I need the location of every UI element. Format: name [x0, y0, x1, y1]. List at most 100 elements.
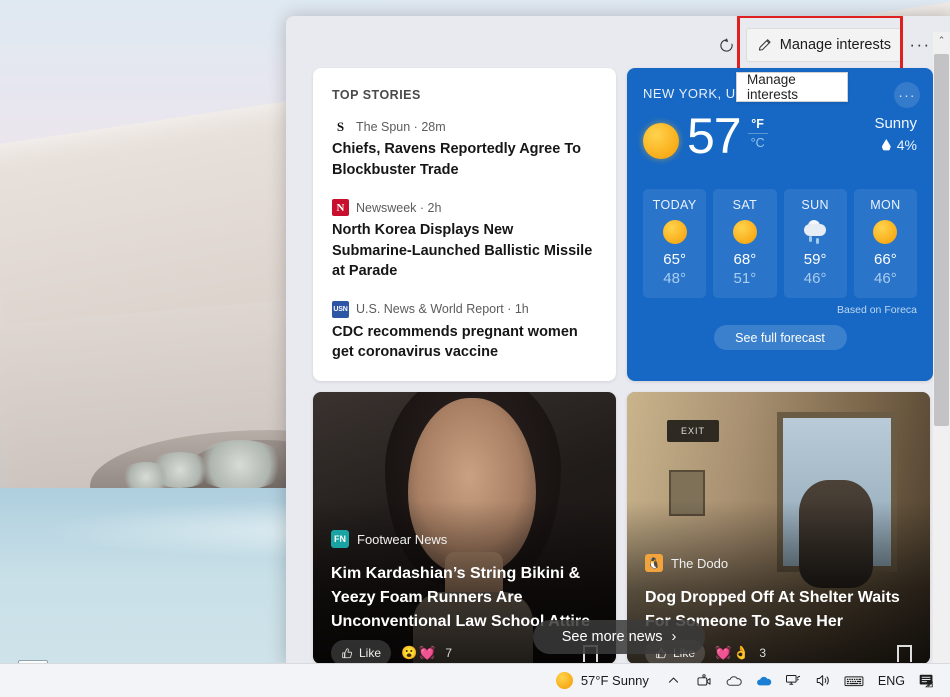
- forecast-low: 46°: [803, 270, 827, 287]
- reaction-emojis[interactable]: 💓 👌: [715, 645, 749, 661]
- onedrive-work-button[interactable]: [749, 666, 779, 696]
- unit-fahrenheit[interactable]: °F: [748, 117, 768, 131]
- weather-precipitation: 4%: [874, 137, 917, 153]
- reaction-count: 7: [445, 646, 453, 661]
- network-icon: [786, 675, 801, 685]
- forecast-day[interactable]: SAT 68° 51°: [713, 189, 777, 298]
- source-logo-icon: N: [332, 199, 349, 217]
- forecast-day[interactable]: MON 66° 46°: [853, 189, 917, 298]
- forecast-day-name: SUN: [801, 198, 829, 212]
- camera-tray-button[interactable]: [689, 666, 719, 696]
- unit-celsius[interactable]: °C: [747, 133, 768, 150]
- source-meta: U.S. News & World Report · 1h: [356, 302, 529, 317]
- top-stories-title: TOP STORIES: [332, 88, 421, 102]
- forecast-low: 48°: [663, 270, 686, 287]
- ellipsis-icon: ···: [898, 87, 916, 103]
- forecast-day[interactable]: SUN 59° 46°: [783, 189, 847, 298]
- see-full-forecast-button[interactable]: See full forecast: [713, 325, 847, 350]
- like-label: Like: [359, 646, 382, 661]
- forecast-high: 66°: [874, 251, 897, 268]
- flyout-header: Manage interests ···: [286, 16, 950, 74]
- weather-attribution: Based on Foreca: [837, 304, 917, 316]
- story-source: N Newsweek · 2h: [332, 199, 597, 217]
- source-meta: The Spun · 28m: [356, 119, 446, 134]
- pencil-icon: [758, 39, 771, 51]
- cloud-icon: [726, 675, 742, 686]
- source-name: The Dodo: [671, 555, 729, 571]
- emoji-heart-icon: 💓: [419, 645, 436, 661]
- scroll-up-arrow-icon[interactable]: ⌃: [933, 32, 950, 49]
- manage-interests-tooltip: Manage interests: [736, 72, 848, 102]
- sunny-icon: [732, 220, 757, 244]
- sunny-icon: [555, 672, 573, 689]
- forecast-low: 51°: [733, 270, 757, 287]
- ellipsis-icon: ···: [909, 35, 931, 54]
- story-headline[interactable]: CDC recommends pregnant women get corona…: [332, 322, 597, 363]
- see-more-news-button[interactable]: See more news ›: [533, 620, 705, 654]
- notification-center-button[interactable]: [914, 666, 944, 696]
- story-headline[interactable]: North Korea Displays New Submarine-Launc…: [332, 220, 597, 282]
- sunny-icon: [873, 220, 898, 244]
- refresh-button[interactable]: [710, 28, 744, 62]
- scrollbar-thumb[interactable]: [934, 54, 949, 426]
- emoji-surprised-icon: 😮: [401, 645, 418, 661]
- manage-interests-label: Manage interests: [779, 37, 891, 53]
- cloud-body: [804, 224, 827, 236]
- news-card-source: FN Footwear News: [331, 530, 447, 549]
- taskbar-weather-widget[interactable]: 57°F Sunny: [548, 666, 659, 696]
- network-button[interactable]: [779, 666, 809, 696]
- top-stories-card: TOP STORIES S The Spun · 28m Chiefs, Rav…: [313, 68, 616, 382]
- thumbs-up-icon: [342, 647, 353, 658]
- onedrive-personal-button[interactable]: [719, 666, 749, 696]
- forecast-high: 65°: [663, 251, 686, 268]
- story-item[interactable]: N Newsweek · 2h North Korea Displays New…: [332, 199, 597, 282]
- forecast-day-name: SAT: [732, 198, 758, 212]
- raindrop: [816, 238, 820, 244]
- story-headline[interactable]: Chiefs, Ravens Reportedly Agree To Block…: [332, 139, 597, 180]
- story-item[interactable]: S The Spun · 28m Chiefs, Ravens Reported…: [332, 118, 597, 180]
- sunny-icon: [643, 123, 679, 159]
- weather-current: 57 °F °C Sunny 4%: [643, 111, 917, 173]
- camera-icon: [697, 673, 711, 685]
- precipitation-value: 4%: [896, 137, 917, 153]
- story-item[interactable]: USN U.S. News & World Report · 1h CDC re…: [332, 300, 597, 363]
- source-meta: Newsweek · 2h: [356, 200, 442, 215]
- emoji-thumbs-icon: 👌: [733, 645, 750, 661]
- source-logo-icon: S: [332, 118, 349, 135]
- reaction-count: 3: [759, 646, 767, 661]
- manage-interests-button[interactable]: Manage interests: [745, 28, 902, 62]
- water-drop-icon: [881, 139, 891, 151]
- temperature-unit-toggle[interactable]: °F °C: [747, 117, 768, 150]
- weather-more-options-button[interactable]: ···: [894, 82, 920, 108]
- volume-button[interactable]: [809, 666, 839, 696]
- taskbar: 57°F Sunny ENG: [0, 663, 950, 697]
- source-logo-icon: USN: [332, 300, 349, 318]
- story-source: S The Spun · 28m: [332, 118, 597, 135]
- see-more-news-label: See more news: [561, 629, 663, 645]
- more-options-button[interactable]: ···: [904, 28, 936, 62]
- save-article-icon[interactable]: [897, 645, 912, 663]
- keyboard-button[interactable]: [839, 666, 869, 696]
- news-and-interests-flyout: Manage interests ··· TOP STORIES S The S…: [286, 16, 950, 665]
- wallpaper-scrub: [192, 440, 288, 490]
- volume-icon: [817, 675, 830, 686]
- like-button[interactable]: Like: [331, 640, 392, 665]
- raindrop: [809, 236, 813, 242]
- taskbar-weather-text: 57°F Sunny: [580, 673, 649, 688]
- rainy-icon: [803, 220, 827, 244]
- language-indicator[interactable]: ENG: [869, 674, 914, 688]
- chevron-up-icon: [669, 677, 679, 683]
- story-source: USN U.S. News & World Report · 1h: [332, 300, 597, 318]
- forecast-low: 46°: [874, 270, 897, 287]
- flyout-scrollbar[interactable]: ⌃: [933, 32, 950, 665]
- reaction-emojis[interactable]: 😮 💓: [401, 645, 435, 661]
- manage-interests-wrapper: Manage interests: [736, 16, 903, 73]
- weather-card[interactable]: NEW YORK, UNITED STATES ··· 57 °F °C Sun…: [627, 68, 933, 382]
- forecast-day[interactable]: TODAY 65° 48°: [643, 189, 707, 298]
- refresh-icon: [720, 37, 733, 52]
- show-hidden-icons-button[interactable]: [659, 666, 689, 696]
- forecast-day-name: MON: [870, 198, 901, 212]
- photo-exit-sign: EXIT: [667, 420, 719, 443]
- weather-condition-block: Sunny 4%: [874, 115, 917, 153]
- chevron-right-icon: ›: [671, 629, 677, 645]
